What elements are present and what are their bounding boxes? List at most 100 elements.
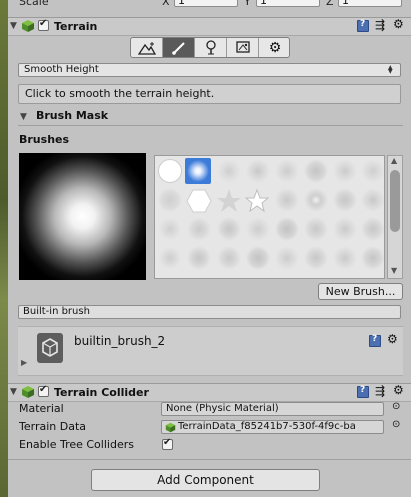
terrain-title: Terrain [54, 20, 98, 33]
scale-y-field[interactable]: 1 [256, 0, 320, 7]
scale-label: Scale [19, 0, 49, 8]
tool-place-trees-button[interactable] [195, 38, 227, 57]
brush-cell[interactable] [217, 246, 241, 270]
tool-terrain-settings-button[interactable]: ⚙ [259, 38, 289, 57]
brush-cell[interactable] [158, 217, 182, 241]
brush-cell-soft-circle-selected[interactable] [185, 158, 211, 184]
material-field[interactable]: None (Physic Material) [161, 402, 384, 416]
raise-lower-icon [137, 41, 156, 55]
brush-preview [19, 153, 146, 280]
brush-help-book-icon[interactable] [369, 334, 381, 347]
help-book-icon[interactable] [357, 19, 369, 32]
brush-cell[interactable] [158, 188, 182, 212]
brush-cell[interactable] [361, 159, 384, 183]
brushes-label: Brushes [19, 133, 70, 146]
brush-cell-hard-circle[interactable] [157, 158, 183, 184]
brush-cell[interactable] [158, 246, 182, 270]
brush-cell[interactable] [333, 188, 357, 212]
paint-mode-value: Smooth Height [24, 64, 99, 75]
tree-colliders-checkbox[interactable] [162, 437, 173, 450]
tool-raise-lower-button[interactable] [131, 38, 163, 57]
brush-cell-star-soft[interactable] [216, 188, 242, 214]
collider-fold-arrow-icon[interactable]: ▼ [10, 387, 17, 397]
add-component-button[interactable]: Add Component [91, 469, 320, 491]
context-gear-icon[interactable]: ⚙ [393, 17, 404, 31]
terrain-data-icon [165, 422, 176, 433]
brush-cell[interactable] [304, 159, 328, 183]
brush-cell[interactable] [361, 246, 384, 270]
scroll-up-icon[interactable]: ▲ [391, 156, 397, 165]
brush-cell-star-outline[interactable] [244, 188, 270, 214]
tree-colliders-label: Enable Tree Colliders [19, 438, 134, 451]
terrain-tool-toolbar: ⚙ [130, 37, 290, 58]
terrain-enabled-checkbox[interactable] [38, 18, 49, 31]
unity-asset-icon [37, 333, 63, 363]
tree-icon [205, 40, 216, 55]
built-in-brush-field: Built-in brush [18, 305, 401, 319]
brush-cell[interactable] [304, 188, 328, 212]
brush-cell[interactable] [246, 246, 270, 270]
collider-context-gear-icon[interactable]: ⚙ [393, 383, 404, 397]
brush-asset-header: ▶ builtin_brush_2 ⚙ [18, 326, 403, 376]
brush-settings-gear-icon[interactable]: ⚙ [387, 332, 398, 346]
scroll-down-icon[interactable]: ▼ [391, 266, 397, 275]
object-picker-icon[interactable]: ⊙ [392, 401, 400, 412]
brush-cell[interactable] [187, 246, 211, 270]
brush-cell[interactable] [187, 217, 211, 241]
details-icon [235, 41, 250, 53]
material-label: Material [19, 402, 64, 415]
brush-mask-label[interactable]: Brush Mask [36, 109, 108, 122]
collider-preset-sliders-icon[interactable]: ⇶ [375, 384, 385, 398]
brush-grid-scrollbar[interactable]: ▲ ▼ [387, 155, 403, 279]
brush-cell[interactable] [304, 246, 328, 270]
scale-x-field[interactable]: 1 [174, 0, 238, 7]
divider [18, 125, 403, 126]
terrain-icon [22, 20, 34, 32]
fold-arrow-icon[interactable]: ▼ [10, 21, 17, 31]
scroll-thumb[interactable] [390, 170, 400, 232]
tool-paint-height-button[interactable] [163, 38, 195, 57]
preset-sliders-icon[interactable]: ⇶ [375, 18, 385, 32]
brush-cell[interactable] [275, 217, 299, 241]
brush-cell[interactable] [217, 159, 241, 183]
scale-y-label: Y [244, 0, 251, 8]
chevron-updown-icon: ▲ ▼ [388, 64, 393, 75]
terrain-collider-header[interactable]: ▼ Terrain Collider ⇶ ⚙ [8, 383, 411, 402]
brush-cell[interactable] [361, 188, 384, 212]
terrain-data-picker-icon[interactable]: ⊙ [392, 419, 400, 430]
tool-help-text: Click to smooth the terrain height. [18, 84, 401, 104]
brush-cell[interactable] [333, 159, 357, 183]
brush-cell[interactable] [217, 217, 241, 241]
brush-asset-name: builtin_brush_2 [74, 334, 166, 348]
divider [8, 459, 411, 460]
brush-cell[interactable] [333, 217, 357, 241]
scene-view-edge [0, 0, 8, 497]
brush-mask-fold-icon[interactable]: ▼ [20, 112, 27, 122]
expand-arrow-icon[interactable]: ▶ [21, 358, 27, 367]
brush-cell[interactable] [304, 217, 328, 241]
terrain-collider-icon [22, 386, 34, 398]
brush-cell[interactable] [333, 246, 357, 270]
scale-z-field[interactable]: 1 [338, 0, 402, 7]
brush-cell[interactable] [275, 246, 299, 270]
tool-paint-details-button[interactable] [227, 38, 259, 57]
brush-cell[interactable] [246, 217, 270, 241]
terrain-data-label: Terrain Data [19, 420, 86, 433]
collider-help-book-icon[interactable] [357, 385, 369, 398]
brush-cell[interactable] [246, 159, 270, 183]
collider-enabled-checkbox[interactable] [38, 384, 49, 397]
brush-cell[interactable] [361, 217, 384, 241]
settings-gear-icon: ⚙ [268, 39, 282, 56]
scale-z-label: Z [326, 0, 334, 8]
transform-scale-row: Scale X 1 Y 1 Z 1 [0, 0, 411, 8]
brush-cell[interactable] [275, 159, 299, 183]
brush-cell[interactable] [275, 188, 299, 212]
brush-cell-hexagon[interactable] [186, 188, 212, 214]
new-brush-button[interactable]: New Brush... [318, 283, 403, 300]
terrain-component-header[interactable]: ▼ Terrain ⇶ ⚙ [8, 17, 411, 36]
scale-x-label: X [162, 0, 170, 8]
paint-mode-dropdown[interactable]: Smooth Height ▲ ▼ [18, 63, 401, 77]
paint-brush-icon [171, 41, 185, 55]
terrain-data-field[interactable]: TerrainData_f85241b7-530f-4f9c-ba [161, 420, 384, 434]
terrain-data-value: TerrainData_f85241b7-530f-4f9c-ba [178, 421, 356, 432]
